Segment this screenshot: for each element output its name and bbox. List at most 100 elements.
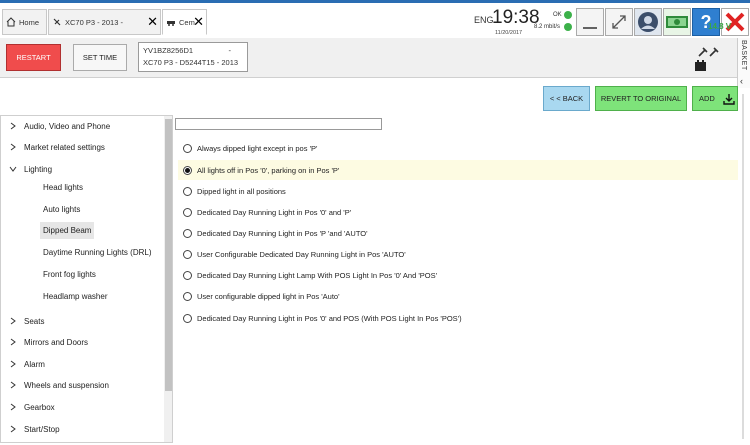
tree-item-lighting[interactable]: Lighting: [1, 159, 164, 179]
option-row[interactable]: Always dipped light except in pos 'P': [183, 138, 317, 158]
tab-label: Home: [19, 17, 40, 27]
option-label: Always dipped light except in pos 'P': [197, 143, 318, 153]
minimize-icon: [583, 27, 597, 29]
clock: 19:38: [492, 7, 540, 28]
radio-button[interactable]: [183, 291, 192, 301]
tree-item-audio[interactable]: Audio, Video and Phone: [1, 116, 164, 136]
tree-item-label: Start/Stop: [24, 424, 60, 434]
chevron-left-icon[interactable]: ‹: [740, 76, 743, 86]
tree-subitem-front-fog[interactable]: Front fog lights: [1, 264, 164, 284]
maximize-button[interactable]: [605, 8, 633, 36]
option-label: Dedicated Day Running Light Lamp With PO…: [197, 270, 438, 280]
user-button[interactable]: [634, 8, 662, 36]
tree-item-alarm[interactable]: Alarm: [1, 354, 164, 374]
option-row[interactable]: Dedicated Day Running Light in Pos '0' a…: [183, 308, 462, 328]
settings-tree: Audio, Video and Phone Market related se…: [0, 115, 173, 443]
chevron-down-icon: [9, 166, 17, 172]
header-bar: RESTART SET TIME YV1BZ8256D1 - XC70 P3 -…: [0, 38, 750, 78]
option-label: User Configurable Dedicated Day Running …: [197, 249, 406, 259]
back-button[interactable]: < < BACK: [543, 86, 590, 111]
date: 11/20/2017: [495, 30, 523, 36]
battery-icon: [695, 60, 706, 71]
connection-ok-indicator: [564, 11, 572, 19]
radio-button[interactable]: [183, 207, 192, 217]
option-label: Dedicated Day Running Light in Pos '0' a…: [197, 207, 352, 217]
tree-subitem-dipped-beam[interactable]: Dipped Beam: [1, 220, 164, 240]
tree-item-wheels[interactable]: Wheels and suspension: [1, 375, 164, 395]
minimize-button[interactable]: [576, 8, 604, 36]
tree-subitem-auto-lights[interactable]: Auto lights: [1, 199, 164, 219]
tree-item-seats[interactable]: Seats: [1, 311, 164, 331]
radio-button[interactable]: [183, 249, 192, 259]
revert-to-original-button[interactable]: REVERT TO ORIGINAL: [595, 86, 687, 111]
tree-item-label: Alarm: [24, 359, 45, 369]
tree-item-label: Wheels and suspension: [24, 380, 109, 390]
tree-item-label: Dipped Beam: [40, 221, 95, 239]
payment-button[interactable]: [663, 8, 691, 36]
tab-cem[interactable]: Cem ✕: [162, 9, 207, 35]
car-icon: [52, 17, 62, 27]
vehicle-separator: -: [228, 46, 232, 55]
tree-item-label: Market related settings: [24, 142, 105, 152]
tab-home[interactable]: Home: [2, 9, 47, 35]
user-icon: [638, 12, 658, 32]
option-row[interactable]: Dipped light in all positions: [183, 181, 286, 201]
tree-item-label: Audio, Video and Phone: [24, 121, 111, 131]
content-scrollbar[interactable]: [738, 90, 748, 443]
tree-item-gearbox[interactable]: Gearbox: [1, 397, 164, 417]
option-row[interactable]: Dedicated Day Running Light in Pos '0' a…: [183, 202, 351, 222]
option-row[interactable]: User Configurable Dedicated Day Running …: [183, 244, 406, 264]
radio-button-selected[interactable]: [183, 165, 192, 175]
option-row-selected[interactable]: All lights off in Pos '0', parking on in…: [178, 160, 738, 180]
tree-item-label: Front fog lights: [43, 269, 96, 279]
sidebar-scrollbar[interactable]: [164, 116, 172, 442]
option-label: Dipped light in all positions: [197, 186, 286, 196]
set-time-button[interactable]: SET TIME: [73, 44, 127, 71]
option-row[interactable]: User configurable dipped light in Pos 'A…: [183, 286, 340, 306]
tree-subitem-head-lights[interactable]: Head lights: [1, 177, 164, 197]
close-icon[interactable]: ✕: [193, 15, 204, 28]
basket-label: BASKET: [740, 40, 747, 71]
add-button[interactable]: ADD: [692, 86, 738, 111]
tree-item-label: Lighting: [24, 164, 53, 174]
language-indicator[interactable]: ENG: [474, 15, 494, 25]
tree-item-label: Head lights: [43, 182, 84, 192]
search-input[interactable]: [175, 118, 382, 130]
radio-button[interactable]: [183, 186, 192, 196]
tree-subitem-headlamp-washer[interactable]: Headlamp washer: [1, 286, 164, 306]
option-label: All lights off in Pos '0', parking on in…: [197, 165, 340, 175]
battery-status: [695, 44, 737, 74]
radio-button[interactable]: [183, 143, 192, 153]
radio-button[interactable]: [183, 228, 192, 238]
option-row[interactable]: Dedicated Day Running Light Lamp With PO…: [183, 265, 437, 285]
chevron-right-icon: [10, 425, 16, 433]
option-row[interactable]: Dedicated Day Running Light in Pos 'P 'a…: [183, 223, 368, 243]
chevron-right-icon: [10, 403, 16, 411]
tree-item-label: Auto lights: [43, 204, 81, 214]
tree-item-label: Seats: [24, 316, 45, 326]
tree-item-market[interactable]: Market related settings: [1, 137, 164, 157]
tree-item-label: Headlamp washer: [43, 291, 108, 301]
scrollbar-track: [742, 94, 744, 439]
close-icon[interactable]: ✕: [147, 15, 158, 28]
tree-item-start-stop[interactable]: Start/Stop: [1, 419, 164, 439]
vehicle-info: YV1BZ8256D1 - XC70 P3 - D5244T15 - 2013: [138, 42, 248, 72]
tab-label: XC70 P3 - 2013 -: [65, 17, 123, 27]
tree-item-label: Daytime Running Lights (DRL): [43, 247, 152, 257]
radio-button[interactable]: [183, 313, 192, 323]
chevron-right-icon: [10, 122, 16, 130]
chevron-right-icon: [10, 143, 16, 151]
chevron-right-icon: [10, 360, 16, 368]
option-label: User configurable dipped light in Pos 'A…: [197, 291, 340, 301]
chevron-right-icon: [10, 338, 16, 346]
download-icon: [723, 93, 735, 105]
option-label: Dedicated Day Running Light in Pos '0' a…: [197, 313, 462, 323]
tree-subitem-drl[interactable]: Daytime Running Lights (DRL): [1, 242, 164, 262]
tab-vehicle[interactable]: XC70 P3 - 2013 - ✕: [48, 9, 161, 35]
radio-button[interactable]: [183, 270, 192, 280]
connection-status: OK: [553, 12, 562, 18]
tree-item-label: Gearbox: [24, 402, 55, 412]
scrollbar-thumb[interactable]: [165, 119, 172, 391]
tree-item-mirrors-doors[interactable]: Mirrors and Doors: [1, 332, 164, 352]
restart-button[interactable]: RESTART: [6, 44, 61, 71]
